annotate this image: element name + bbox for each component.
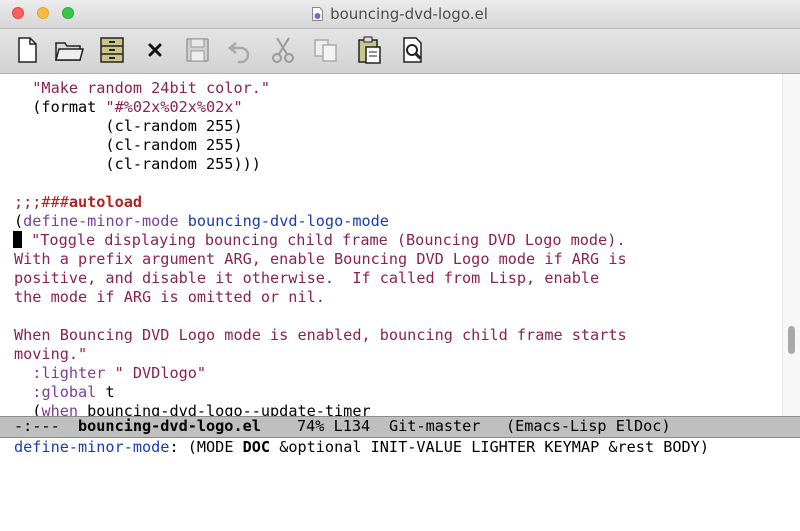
- code-line: (cl-random 255))): [14, 155, 261, 174]
- cut-icon[interactable]: [268, 35, 298, 65]
- eldoc-args-post: &optional INIT-VALUE LIGHTER KEYMAP &res…: [270, 438, 709, 456]
- close-buffer-icon[interactable]: [140, 35, 170, 65]
- docstring-line: moving.": [14, 345, 88, 363]
- docstring-line: With a prefix argument ARG, enable Bounc…: [14, 250, 627, 268]
- code-line: (format "#%02x%02x%02x": [14, 98, 243, 117]
- eldoc-current-arg: DOC: [242, 438, 271, 456]
- eldoc-colon: :: [169, 438, 179, 456]
- code-line: (cl-random 255): [14, 136, 243, 155]
- dired-icon[interactable]: [97, 35, 127, 65]
- scrollbar-thumb[interactable]: [788, 326, 795, 354]
- code-line: (when bouncing-dvd-logo--update-timer: [14, 402, 371, 416]
- code-line: (define-minor-mode bouncing-dvd-logo-mod…: [14, 212, 389, 231]
- undo-icon[interactable]: [225, 35, 255, 65]
- save-icon[interactable]: [182, 35, 212, 65]
- text-cursor: [13, 231, 22, 248]
- editor-buffer[interactable]: "Make random 24bit color." (format "#%02…: [0, 74, 782, 416]
- vertical-scrollbar[interactable]: [782, 74, 800, 416]
- docstring-line: positive, and disable it otherwise. If c…: [14, 269, 600, 287]
- paste-icon[interactable]: [354, 35, 384, 65]
- docstring-line: When Bouncing DVD Logo mode is enabled, …: [14, 326, 627, 344]
- code-line: (cl-random 255): [14, 117, 243, 136]
- code-line-text: (cl-random 255): [14, 117, 243, 135]
- window-title: bouncing-dvd-logo.el: [330, 5, 488, 23]
- copy-icon[interactable]: [311, 35, 341, 65]
- code-line-text: :lighter " DVDlogo": [32, 364, 207, 382]
- modeline-vc[interactable]: Git-master: [389, 417, 480, 436]
- modeline-buffer-name[interactable]: bouncing-dvd-logo.el: [78, 417, 261, 436]
- code-line: :lighter " DVDlogo": [14, 364, 206, 383]
- new-file-icon[interactable]: [12, 35, 42, 65]
- code-line-text: (when bouncing-dvd-logo--update-timer: [14, 402, 371, 416]
- mode-line: -:--- bouncing-dvd-logo.el 74% L134 Git-…: [0, 416, 800, 438]
- window-title-container: bouncing-dvd-logo.el: [0, 5, 800, 23]
- autoload-cookie: ;;;###autoload: [14, 193, 143, 211]
- modeline-position: 74% L134: [297, 417, 371, 435]
- modeline-status: -:---: [14, 417, 60, 435]
- docstring-line: the mode if ARG is omitted or nil.: [14, 288, 325, 306]
- toolbar: [0, 29, 800, 74]
- modeline-modes[interactable]: (Emacs-Lisp ElDoc): [506, 417, 671, 436]
- open-folder-icon[interactable]: [54, 35, 84, 65]
- code-line: "Make random 24bit color.": [14, 79, 271, 97]
- eldoc-function-name: define-minor-mode: [14, 438, 170, 456]
- echo-area: define-minor-mode: (MODE DOC &optional I…: [0, 437, 800, 461]
- title-bar: bouncing-dvd-logo.el: [0, 0, 800, 29]
- code-line-text: (define-minor-mode bouncing-dvd-logo-mod…: [14, 212, 389, 230]
- code-line-text: (format "#%02x%02x%02x": [14, 98, 243, 116]
- code-line-text: (cl-random 255): [14, 136, 243, 154]
- document-icon: [312, 7, 324, 21]
- cursor-line: "Toggle displaying bouncing child frame …: [13, 231, 625, 250]
- code-line-text: :global t: [32, 383, 115, 401]
- code-line: :global t: [14, 383, 115, 402]
- search-icon[interactable]: [397, 35, 427, 65]
- eldoc-args-pre: (MODE: [178, 438, 243, 456]
- code-line-text: (cl-random 255))): [14, 155, 261, 173]
